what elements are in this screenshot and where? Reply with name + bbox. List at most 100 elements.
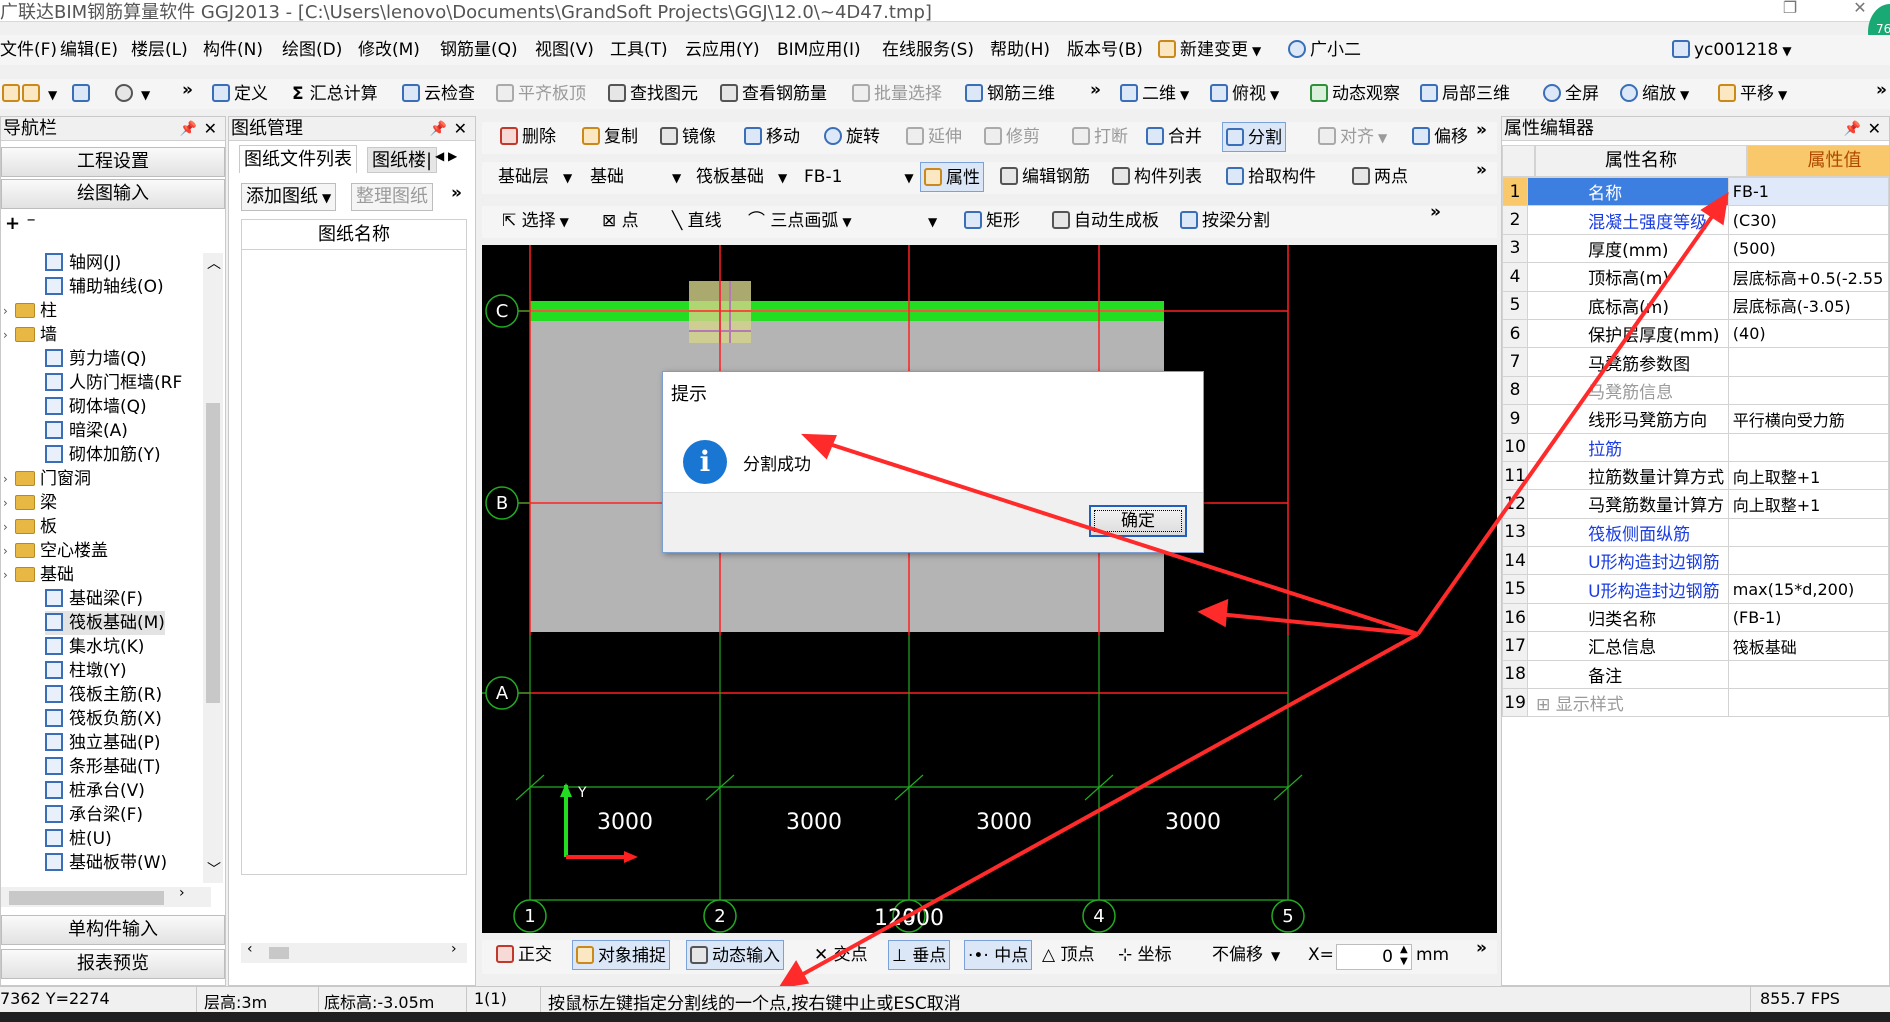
- view-rebar-button[interactable]: 查看钢筋量: [720, 81, 827, 107]
- property-value[interactable]: (40): [1727, 318, 1889, 349]
- property-row[interactable]: 16 归类名称 (FB-1): [1502, 602, 1889, 633]
- ok-button[interactable]: 确定: [1089, 505, 1187, 537]
- property-row[interactable]: 5 底标高(m) 层底标高(-3.05): [1502, 290, 1889, 320]
- property-value[interactable]: FB-1: [1727, 176, 1889, 207]
- property-value[interactable]: 层底标高+0.5(-2.55: [1727, 262, 1889, 292]
- define-button[interactable]: 定义: [212, 81, 268, 107]
- type-select[interactable]: 筏板基础 ▼: [696, 162, 787, 192]
- tree-item[interactable]: 桩承台(V): [45, 779, 145, 803]
- property-value[interactable]: 平行横向受力筋: [1727, 404, 1889, 434]
- draw-mode-select[interactable]: ▼: [868, 206, 937, 236]
- offset-mode-select[interactable]: 不偏移 ▼: [1212, 940, 1280, 970]
- property-value[interactable]: [1727, 375, 1889, 406]
- copy-button[interactable]: 复制: [582, 122, 638, 152]
- element-list-button[interactable]: 构件列表: [1112, 162, 1202, 192]
- property-value[interactable]: [1727, 659, 1889, 690]
- object-snap-button[interactable]: 对象捕捉: [572, 940, 670, 970]
- property-row[interactable]: 4 顶标高(m) 层底标高+0.5(-2.55: [1502, 262, 1889, 292]
- property-row[interactable]: 15 U形构造封边钢筋 max(15*d,200): [1502, 574, 1889, 604]
- tree-item[interactable]: 承台梁(F): [45, 803, 143, 827]
- find-element-button[interactable]: 查找图元: [608, 81, 698, 107]
- property-row[interactable]: 9 线形马凳筋方向 平行横向受力筋: [1502, 404, 1889, 434]
- expand-icon[interactable]: ›: [3, 539, 8, 563]
- tab-prev-icon[interactable]: ◀ ▶: [435, 149, 457, 163]
- new-icon[interactable]: [2, 81, 20, 107]
- intersection-button[interactable]: ✕ 交点: [814, 940, 868, 970]
- more-chevron-icon[interactable]: »: [1090, 77, 1101, 103]
- menu-floor[interactable]: 楼层(L): [131, 37, 188, 63]
- menu-online[interactable]: 在线服务(S): [882, 37, 974, 63]
- menu-view[interactable]: 视图(V): [535, 37, 594, 63]
- tree-item[interactable]: 桩(U): [45, 827, 112, 851]
- property-row[interactable]: 1 名称 FB-1: [1502, 176, 1889, 207]
- tree-item[interactable]: 基础板带(W): [45, 851, 167, 875]
- menu-draw[interactable]: 绘图(D): [282, 37, 342, 63]
- split-by-beam-button[interactable]: 按梁分割: [1180, 206, 1270, 236]
- tree-folder[interactable]: › 基础: [3, 563, 74, 587]
- organize-drawing-button[interactable]: 整理图纸: [351, 183, 433, 211]
- move-button[interactable]: 移动: [744, 122, 800, 152]
- drawing-input-button[interactable]: 绘图输入: [1, 179, 225, 209]
- properties-button[interactable]: 属性: [920, 162, 984, 192]
- tab-drawing-files[interactable]: 图纸文件列表: [239, 145, 357, 173]
- merge-button[interactable]: 合并: [1146, 122, 1202, 152]
- save-icon[interactable]: [72, 81, 94, 107]
- property-value[interactable]: [1727, 688, 1889, 718]
- property-row[interactable]: 18 备注: [1502, 659, 1889, 690]
- property-row[interactable]: 14 U形构造封边钢筋: [1502, 546, 1889, 576]
- property-row[interactable]: 11 拉筋数量计算方式 向上取整+1: [1502, 460, 1889, 491]
- tree-item[interactable]: 砌体加筋(Y): [45, 443, 161, 467]
- tree-item[interactable]: 独立基础(P): [45, 731, 161, 755]
- property-row[interactable]: 13 筏板侧面纵筋: [1502, 517, 1889, 548]
- pan-button[interactable]: 平移 ▼: [1718, 81, 1787, 107]
- tree-item[interactable]: 人防门框墙(RF: [45, 371, 182, 395]
- property-value[interactable]: (C30): [1727, 205, 1889, 235]
- tree-h-scrollbar[interactable]: ›: [1, 885, 211, 907]
- split-button[interactable]: 分割: [1222, 122, 1286, 152]
- drawing-canvas[interactable]: C B A 1 2 3 4 5 3000 3000 3000 3000 1200…: [482, 245, 1497, 933]
- menu-bim[interactable]: BIM应用(I): [777, 37, 861, 63]
- point-button[interactable]: ⊠ 点: [602, 206, 639, 236]
- property-row[interactable]: 8 马凳筋信息: [1502, 375, 1889, 406]
- pick-element-button[interactable]: 拾取构件: [1226, 162, 1316, 192]
- undo-icon[interactable]: ▼: [115, 81, 150, 107]
- tree-folder[interactable]: › 门窗洞: [3, 467, 91, 491]
- menu-element[interactable]: 构件(N): [203, 37, 263, 63]
- pin-icon[interactable]: 📌: [1844, 117, 1861, 141]
- property-row[interactable]: 17 汇总信息 筏板基础: [1502, 631, 1889, 661]
- zoom-button[interactable]: 缩放 ▼: [1620, 81, 1689, 107]
- open-icon[interactable]: ▼: [22, 81, 57, 107]
- tree-folder[interactable]: › 柱: [3, 299, 57, 323]
- property-row[interactable]: 6 保护层厚度(mm) (40): [1502, 318, 1889, 349]
- tree-v-scrollbar[interactable]: ︿ ﹀: [203, 253, 223, 883]
- tree-folder[interactable]: › 空心楼盖: [3, 539, 108, 563]
- ortho-button[interactable]: 正交: [496, 940, 552, 970]
- menu-edit[interactable]: 编辑(E): [60, 37, 118, 63]
- menu-cloud[interactable]: 云应用(Y): [685, 37, 760, 63]
- new-change-button[interactable]: 新建变更 ▼: [1158, 37, 1261, 63]
- floor-select[interactable]: 基础层 ▼: [498, 162, 572, 192]
- x-spinner-icon[interactable]: ▲ ▼: [1400, 944, 1408, 968]
- property-value[interactable]: (500): [1727, 233, 1889, 264]
- cloud-check-button[interactable]: 云检查: [402, 81, 475, 107]
- tree-item[interactable]: 柱墩(Y): [45, 659, 127, 683]
- property-value[interactable]: [1727, 517, 1889, 548]
- tree-folder[interactable]: › 梁: [3, 491, 57, 515]
- property-row[interactable]: 19 ⊞ 显示样式: [1502, 688, 1889, 718]
- menu-tools[interactable]: 工具(T): [610, 37, 668, 63]
- tree-item[interactable]: 暗梁(A): [45, 419, 128, 443]
- rebar-3d-button[interactable]: 钢筋三维: [965, 81, 1055, 107]
- pin-icon[interactable]: 📌: [430, 117, 447, 141]
- flush-top-button[interactable]: 平齐板顶: [496, 81, 586, 107]
- category-select[interactable]: 基础 ▼: [590, 162, 681, 192]
- expand-icon[interactable]: ›: [3, 563, 8, 587]
- property-row[interactable]: 3 厚度(mm) (500): [1502, 233, 1889, 264]
- expand-icon[interactable]: ›: [3, 299, 8, 323]
- property-value[interactable]: [1727, 432, 1889, 462]
- dynamic-input-button[interactable]: 动态输入: [686, 940, 784, 970]
- mirror-button[interactable]: 镜像: [660, 122, 716, 152]
- trim-button[interactable]: 修剪: [984, 122, 1040, 152]
- more-chevron-icon[interactable]: »: [451, 183, 462, 203]
- align-button[interactable]: 对齐 ▼: [1318, 122, 1387, 152]
- restore-icon[interactable]: ❐: [1770, 0, 1810, 22]
